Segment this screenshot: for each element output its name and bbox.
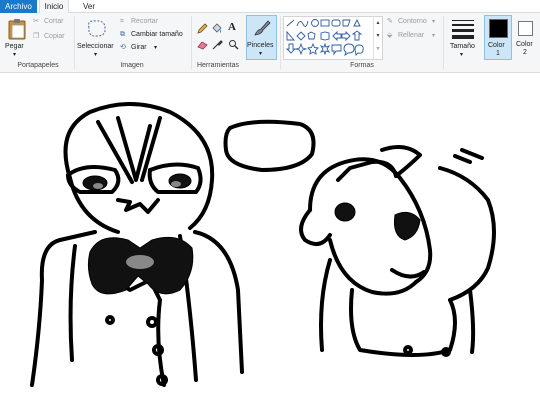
chevron-down-icon: ▾ (432, 19, 436, 25)
size-button[interactable]: Tamaño ▾ (447, 16, 479, 60)
pencil-icon[interactable] (197, 23, 208, 34)
crop-icon: ⌗ (120, 18, 124, 25)
gallery-scrollbar[interactable]: ▴ ▾ ▿ (373, 17, 382, 59)
image-group-label: Imagen (120, 62, 144, 69)
magnifier-icon[interactable] (228, 39, 239, 50)
color2-swatch (518, 21, 533, 36)
color-picker-icon[interactable] (212, 39, 223, 50)
tools-group-label: Herramientas (196, 62, 239, 69)
rotate-label: Girar (131, 44, 147, 51)
outline-label: Contorno (398, 18, 427, 25)
rotate-button[interactable]: ⟲ Girar ▾ (120, 43, 165, 53)
color2-button[interactable]: Color 2 (514, 15, 540, 60)
chevron-down-icon: ▾ (259, 51, 263, 57)
resize-label: Cambiar tamaño (131, 31, 183, 38)
color1-button[interactable]: Color 1 (484, 15, 512, 60)
outline-icon: ✎ (387, 18, 393, 25)
brushes-button[interactable]: Pinceles ▾ (246, 15, 277, 60)
chevron-down-icon: ▾ (94, 52, 98, 58)
line-size-icon (452, 20, 474, 39)
select-button[interactable]: Seleccionar ▾ (77, 16, 117, 60)
tab-file[interactable]: Archivo (0, 0, 37, 13)
color1-number: 1 (496, 50, 500, 57)
ribbon: Pegar ▾ ✂ Cortar ❐ Copiar Portapapeles S… (0, 13, 540, 73)
drawing-canvas[interactable] (0, 74, 540, 418)
text-tool-icon[interactable]: A (228, 22, 236, 33)
chevron-down-icon: ▾ (154, 45, 158, 51)
shapes-gallery-icons (285, 18, 364, 57)
clipboard-group-label: Portapapeles (17, 62, 59, 69)
tab-home[interactable]: Inicio (39, 0, 69, 13)
fill-bucket-icon[interactable] (211, 23, 222, 34)
separator (280, 16, 281, 69)
chevron-down-icon: ▾ (13, 52, 17, 58)
select-icon (88, 20, 106, 37)
fill-label: Rellenar (398, 32, 425, 39)
color2-number: 2 (523, 49, 527, 56)
crop-label: Recortar (131, 18, 158, 25)
rotate-icon: ⟲ (120, 44, 126, 51)
resize-icon: ⧉ (120, 31, 125, 38)
shapes-group-label: Formas (350, 62, 374, 69)
separator (443, 16, 444, 69)
chevron-down-icon: ▾ (460, 52, 464, 58)
shapes-gallery[interactable]: ▴ ▾ ▿ (283, 16, 383, 60)
copy-icon: ❐ (33, 33, 40, 40)
clipboard-icon (8, 19, 26, 40)
tab-view[interactable]: Ver (78, 0, 100, 13)
cut-button[interactable]: ✂ Cortar (33, 17, 71, 27)
outline-button[interactable]: ✎ Contorno ▾ (387, 17, 437, 27)
copy-button[interactable]: ❐ Copiar (33, 32, 71, 42)
fill-button[interactable]: ⬙ Rellenar ▾ (387, 31, 437, 41)
separator (74, 16, 75, 69)
paste-button[interactable]: Pegar ▾ (3, 16, 31, 60)
color1-swatch (489, 19, 508, 38)
fill-icon: ⬙ (387, 32, 393, 39)
ribbon-tab-bar: Archivo Inicio Ver (0, 0, 540, 13)
scissors-icon: ✂ (33, 18, 39, 25)
eraser-icon[interactable] (197, 40, 208, 50)
crop-button[interactable]: ⌗ Recortar (120, 17, 170, 27)
paint-window: Archivo Inicio Ver Pegar ▾ ✂ Cortar ❐ Co… (0, 0, 540, 418)
cut-label: Cortar (44, 18, 64, 25)
canvas-drawing (30, 102, 496, 387)
resize-button[interactable]: ⧉ Cambiar tamaño (120, 30, 190, 40)
brush-icon (254, 20, 271, 36)
copy-label: Copiar (44, 33, 65, 40)
chevron-down-icon: ▾ (432, 33, 436, 39)
